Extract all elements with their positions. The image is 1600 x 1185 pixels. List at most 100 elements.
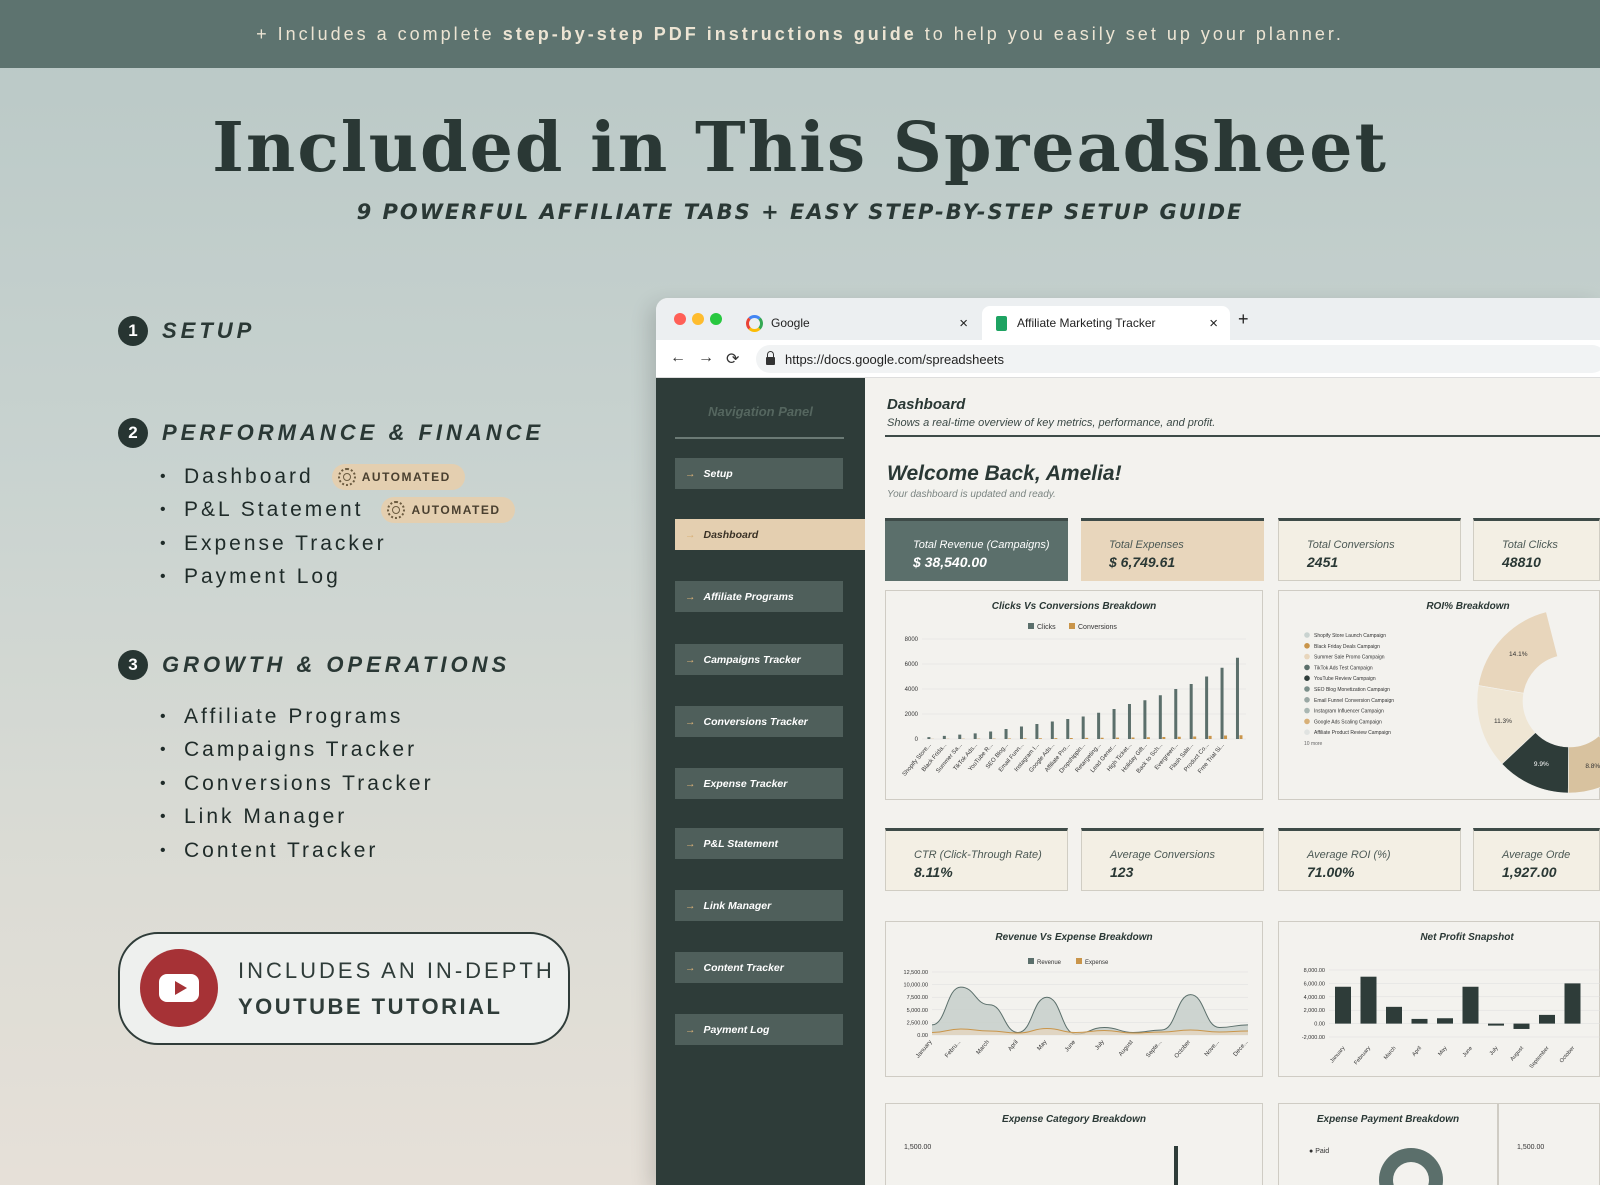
new-tab-button[interactable]: + [1238, 309, 1249, 330]
x-tick: August [1509, 1045, 1525, 1062]
sidebar-item-p-l-statement[interactable]: → P&L Statement [675, 828, 843, 859]
welcome-subtext: Your dashboard is updated and ready. [887, 489, 1056, 500]
x-tick: October [1559, 1045, 1576, 1064]
expense-category-chart: Expense Category Breakdown 1,500.00 [885, 1103, 1263, 1185]
sidebar-item-content-tracker[interactable]: → Content Tracker [675, 952, 843, 983]
bar-clicks [1081, 716, 1085, 739]
extra-chart: 1,500.00 [1498, 1103, 1600, 1185]
youtube-tutorial-box[interactable]: INCLUDES AN IN-DEPTH YOUTUBE TUTORIAL [118, 932, 570, 1045]
y-tick: 8000 [905, 637, 919, 643]
sidebar-item-label: P&L Statement [703, 837, 779, 850]
arrow-icon: → [685, 899, 696, 912]
bar-conversions [1131, 737, 1135, 739]
list-item: • Link Manager [160, 805, 348, 829]
bar-net-profit [1335, 986, 1351, 1024]
kpi-average-order: Average Orde 1,927.00 [1473, 828, 1600, 891]
automated-badge: AUTOMATED [381, 497, 515, 524]
legend-swatch-revenue [1028, 958, 1034, 964]
bar-clicks [1220, 667, 1224, 739]
list-item: • Dashboard AUTOMATED [160, 460, 544, 494]
lock-icon [766, 351, 775, 365]
forward-arrow-icon[interactable]: → [698, 349, 714, 367]
legend-dot [1304, 643, 1310, 649]
x-tick: June [1462, 1045, 1474, 1058]
sidebar-item-setup[interactable]: → Setup [675, 458, 843, 489]
bar [1174, 1146, 1178, 1185]
arrow-icon: → [685, 777, 696, 790]
y-tick: 0.00 [1314, 1022, 1325, 1028]
close-icon[interactable]: × [959, 315, 968, 332]
sidebar-item-link-manager[interactable]: → Link Manager [675, 890, 843, 921]
legend-label-clicks: Clicks [1037, 624, 1056, 631]
sidebar-item-expense-tracker[interactable]: → Expense Tracker [675, 768, 843, 799]
slice-label: 8.8% [1585, 763, 1600, 770]
sidebar-item-affiliate-programs[interactable]: → Affiliate Programs [675, 581, 843, 612]
section-number: 2 [118, 418, 148, 448]
list-item: • Expense Tracker [160, 531, 387, 555]
bar-clicks [973, 733, 977, 739]
back-arrow-icon[interactable]: ← [670, 349, 686, 367]
kpi-total-expenses: Total Expenses $ 6,749.61 [1081, 518, 1264, 581]
sidebar-item-label: Dashboard [703, 528, 759, 541]
x-tick: April [1411, 1045, 1423, 1057]
bar-clicks [1143, 700, 1147, 739]
kpi-ctr: CTR (Click-Through Rate) 8.11% [885, 828, 1068, 891]
sidebar-item-payment-log[interactable]: → Payment Log [675, 1014, 843, 1045]
chart-title: Expense Payment Breakdown [1316, 1114, 1460, 1125]
tab-google[interactable]: Google × [732, 306, 980, 340]
arrow-icon: → [685, 528, 696, 541]
youtube-icon [140, 949, 218, 1027]
url-text: https://docs.google.com/spreadsheets [785, 351, 1004, 367]
y-tick: 1,500.00 [904, 1144, 932, 1151]
tab-affiliate-tracker[interactable]: Affiliate Marketing Tracker × [982, 306, 1230, 340]
top-banner: + Includes a complete step-by-step PDF i… [0, 0, 1600, 68]
sidebar-item-conversions-tracker[interactable]: → Conversions Tracker [675, 706, 843, 737]
bar-clicks [1112, 709, 1116, 739]
legend-dot [1304, 697, 1310, 703]
list-item: • Payment Log [160, 565, 341, 589]
legend-label-conversions: Conversions [1078, 624, 1117, 631]
page-description: Shows a real-time overview of key metric… [887, 417, 1216, 429]
slice-label: 14.1% [1509, 651, 1528, 658]
legend-label: Shopify Store Launch Campaign [1314, 633, 1386, 639]
y-tick: 2000 [905, 712, 919, 718]
net-profit-svg: 8,000.00 6,000.00 4,000.00 2,000.00 0.00 -2,0… [1302, 968, 1600, 1070]
bar-clicks [1235, 657, 1239, 739]
y-tick: 2,500.00 [907, 1020, 928, 1026]
slice-label: 11.3% [1494, 718, 1512, 725]
x-tick: April [1007, 1039, 1019, 1052]
url-input[interactable]: https://docs.google.com/spreadsheets [756, 345, 1600, 373]
close-icon[interactable]: × [1209, 315, 1218, 332]
section-performance-finance: 2 PERFORMANCE & FINANCE • Dashboard AUTOM… [118, 418, 544, 594]
bar-clicks [989, 731, 993, 739]
reload-icon[interactable]: ⟳ [726, 349, 739, 369]
bar-clicks [1189, 684, 1193, 739]
close-window-icon[interactable] [674, 313, 686, 325]
legend-dot [1304, 718, 1310, 725]
legend-paid: ● Paid [1309, 1148, 1330, 1155]
automated-badge: AUTOMATED [331, 463, 465, 490]
arrow-icon: → [685, 653, 696, 666]
clicks-conversions-chart: Clicks Vs Conversions Breakdown Clicks Co… [885, 590, 1263, 800]
youtube-line1: INCLUDES AN IN-DEPTH [238, 958, 555, 983]
x-tick: June [1064, 1039, 1077, 1053]
y-tick: 0.00 [917, 1033, 928, 1039]
kpi-average-roi: Average ROI (%) 71.00% [1278, 828, 1461, 891]
legend-label-expense: Expense [1085, 960, 1109, 966]
x-tick: October [1174, 1039, 1192, 1059]
y-tick: 6000 [905, 662, 919, 668]
legend-dot [1304, 653, 1310, 660]
legend-label-revenue: Revenue [1037, 960, 1062, 966]
sidebar-item-label: Affiliate Programs [703, 590, 794, 603]
sidebar-title: Navigation Panel [708, 404, 813, 419]
sidebar-item-dashboard[interactable]: → Dashboard [675, 519, 865, 550]
minimize-window-icon[interactable] [692, 313, 704, 325]
dashboard-main: Dashboard Shows a real-time overview of … [865, 378, 1600, 1185]
bar-net-profit [1513, 1023, 1530, 1029]
address-bar: ← → ⟳ https://docs.google.com/spreadshee… [656, 340, 1600, 378]
legend-swatch-expense [1076, 958, 1082, 964]
sidebar-item-campaigns-tracker[interactable]: → Campaigns Tracker [675, 644, 843, 675]
y-tick: 4,000.00 [1304, 995, 1325, 1001]
bar-clicks [1127, 704, 1131, 739]
maximize-window-icon[interactable] [710, 313, 722, 325]
